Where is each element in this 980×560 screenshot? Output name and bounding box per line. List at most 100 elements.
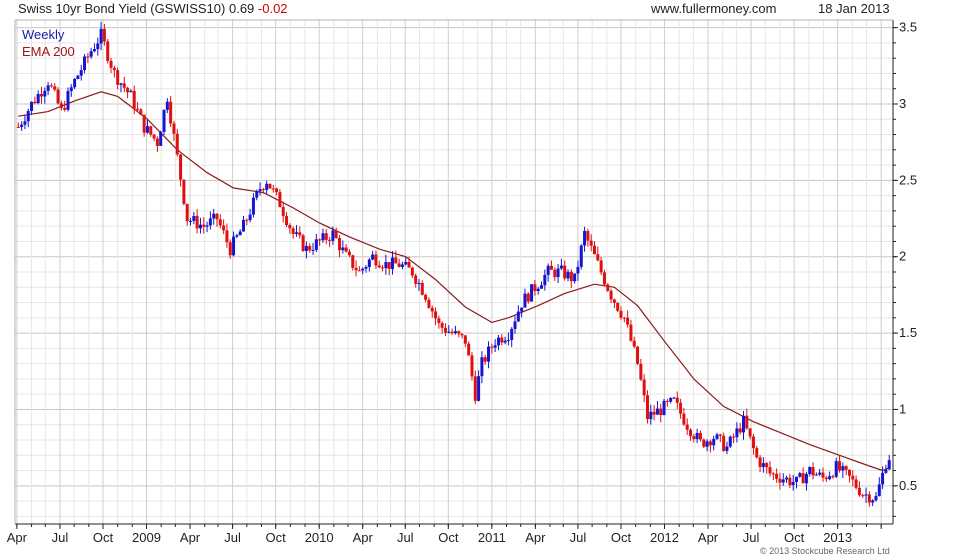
candle-body — [271, 188, 275, 190]
candle-body — [804, 474, 808, 484]
candle-body — [255, 191, 259, 198]
candle-body — [407, 262, 411, 268]
candle-body — [636, 346, 640, 364]
candle-body — [126, 87, 130, 93]
candle-body — [887, 460, 891, 470]
candle-body — [73, 78, 77, 88]
candle-body — [536, 288, 540, 292]
candle-body — [152, 134, 156, 139]
candle-body — [400, 264, 404, 267]
candle-body — [596, 254, 600, 261]
candle-body — [424, 294, 428, 300]
candle-body — [318, 239, 322, 241]
candle-body — [649, 411, 653, 420]
candle-body — [341, 247, 345, 251]
candle-body — [189, 220, 193, 222]
candle-body — [877, 484, 881, 496]
legend-ema: EMA 200 — [22, 44, 75, 59]
x-tick-label: 2011 — [478, 530, 506, 545]
candle-body — [606, 284, 610, 291]
candle-body — [119, 83, 123, 85]
candle-body — [566, 271, 570, 279]
y-tick-label: 2.5 — [899, 172, 917, 187]
candle-body — [881, 472, 885, 485]
candle-series — [16, 21, 891, 507]
candle-body — [391, 257, 395, 269]
candle-body — [785, 477, 789, 480]
candle-body — [215, 213, 219, 220]
candle-body — [281, 207, 285, 217]
candle-body — [526, 293, 530, 302]
candle-body — [109, 60, 113, 68]
candle-body — [338, 238, 342, 251]
x-tick-label: Jul — [52, 530, 69, 545]
candle-body — [844, 466, 848, 470]
candle-body — [334, 230, 338, 239]
candle-body — [165, 101, 169, 110]
legend-weekly: Weekly — [22, 27, 65, 42]
candle-body — [208, 218, 212, 226]
candle-body — [374, 254, 378, 266]
candle-body — [185, 203, 189, 222]
candle-body — [308, 246, 312, 251]
candle-body — [414, 275, 418, 284]
candle-body — [854, 479, 858, 488]
candle-body — [324, 233, 328, 240]
candle-body — [821, 472, 825, 478]
y-tick-label: 1 — [899, 401, 906, 416]
candle-body — [328, 239, 332, 241]
candle-body — [609, 290, 613, 300]
candle-body — [520, 307, 524, 312]
candle-body — [765, 463, 769, 468]
candle-body — [722, 435, 726, 451]
candle-body — [758, 457, 762, 468]
candle-body — [473, 376, 477, 401]
candle-body — [685, 424, 689, 430]
candle-body — [179, 154, 183, 180]
candle-body — [698, 432, 702, 440]
candle-body — [202, 224, 206, 227]
candle-body — [642, 379, 646, 396]
candle-body — [847, 469, 851, 476]
x-tick-label: 2012 — [650, 530, 679, 545]
candle-body — [83, 56, 87, 71]
candle-body — [612, 299, 616, 303]
candle-body — [602, 272, 606, 285]
candle-body — [142, 114, 146, 133]
candle-body — [470, 355, 474, 377]
candle-body — [500, 337, 504, 343]
candle-body — [112, 67, 116, 71]
x-tick-label: Jul — [743, 530, 760, 545]
candle-body — [241, 219, 245, 232]
candle-body — [172, 123, 176, 134]
candle-body — [381, 267, 385, 269]
y-axis: 0.5 1 1.5 2 2.5 3 3.5 — [893, 20, 917, 517]
candle-body — [99, 28, 103, 44]
candle-body — [540, 285, 544, 289]
candle-body — [443, 327, 447, 333]
y-tick-label: 3.5 — [899, 20, 917, 35]
candle-body — [377, 265, 381, 268]
candle-body — [841, 466, 845, 471]
x-tick-label: Apr — [525, 530, 546, 545]
candle-body — [569, 271, 573, 282]
grid-lines — [15, 20, 893, 524]
candle-body — [258, 189, 262, 192]
candle-body — [225, 230, 229, 243]
candle-body — [864, 494, 868, 496]
candle-body — [218, 219, 222, 226]
x-tick-label: Apr — [698, 530, 719, 545]
candle-body — [26, 110, 30, 122]
x-tick-label: Jul — [397, 530, 414, 545]
candle-body — [629, 324, 633, 341]
candle-body — [616, 302, 620, 311]
x-tick-label: Oct — [93, 530, 114, 545]
candle-body — [437, 318, 441, 324]
candle-body — [69, 87, 73, 92]
candle-body — [798, 473, 802, 477]
candle-body — [145, 126, 149, 133]
candle-body — [16, 126, 20, 128]
candle-body — [159, 131, 163, 146]
candle-body — [814, 474, 818, 476]
candle-body — [404, 262, 408, 265]
